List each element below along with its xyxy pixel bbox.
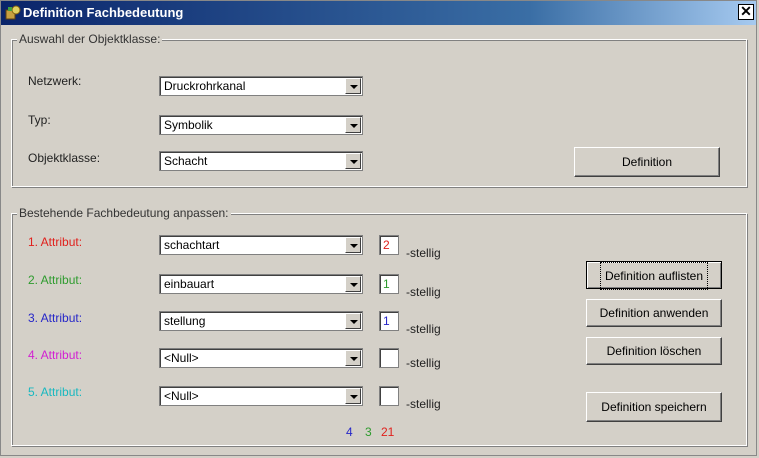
- count-attribute-1: 21: [381, 425, 395, 439]
- network-select[interactable]: Druckrohrkanal: [159, 76, 363, 96]
- count-attribute-3: 4: [346, 425, 353, 439]
- attribute-5-select[interactable]: <Null>: [159, 386, 363, 406]
- chevron-down-icon[interactable]: [345, 313, 361, 329]
- attribute-1-suffix: -stellig: [406, 246, 441, 260]
- close-icon[interactable]: ✕: [738, 4, 754, 20]
- attribute-2-digits[interactable]: 1: [379, 274, 399, 294]
- object-class-label: Objektklasse:: [28, 151, 101, 165]
- attribute-3-select[interactable]: stellung: [159, 311, 363, 331]
- attribute-1-value: schachtart: [164, 238, 220, 252]
- meaning-group-label: Bestehende Fachbedeutung anpassen:: [17, 206, 231, 220]
- type-label: Typ:: [28, 113, 51, 127]
- apply-definition-button[interactable]: Definition anwenden: [586, 299, 722, 327]
- attribute-4-digits[interactable]: [379, 348, 399, 368]
- list-definition-label: Definition auflisten: [599, 262, 709, 290]
- attribute-5-value: <Null>: [164, 389, 199, 403]
- attribute-4-label: 4. Attribut:: [28, 348, 83, 362]
- attribute-3-suffix: -stellig: [406, 322, 441, 336]
- attribute-1-label: 1. Attribut:: [28, 235, 83, 249]
- attribute-4-select[interactable]: <Null>: [159, 348, 363, 368]
- chevron-down-icon[interactable]: [345, 388, 361, 404]
- attribute-3-label: 3. Attribut:: [28, 311, 83, 325]
- attribute-2-value: einbauart: [164, 277, 215, 291]
- count-attribute-2: 3: [365, 425, 372, 439]
- chevron-down-icon[interactable]: [345, 350, 361, 366]
- object-class-select-value: Schacht: [164, 154, 208, 168]
- attribute-1-select[interactable]: schachtart: [159, 235, 363, 255]
- object-class-group-label: Auswahl der Objektklasse:: [17, 32, 163, 46]
- network-label: Netzwerk:: [28, 74, 82, 88]
- chevron-down-icon[interactable]: [345, 276, 361, 292]
- app-icon: [5, 5, 21, 20]
- attribute-3-digits[interactable]: 1: [379, 311, 399, 331]
- chevron-down-icon[interactable]: [345, 153, 361, 169]
- attribute-5-digits[interactable]: [379, 386, 399, 406]
- attribute-1-digits[interactable]: 2: [379, 235, 399, 255]
- delete-definition-button[interactable]: Definition löschen: [586, 337, 722, 365]
- network-select-value: Druckrohrkanal: [164, 79, 246, 93]
- dialog-window: Definition Fachbedeutung ✕ Auswahl der O…: [0, 0, 757, 456]
- type-select[interactable]: Symbolik: [159, 115, 363, 135]
- attribute-2-select[interactable]: einbauart: [159, 274, 363, 294]
- attribute-2-label: 2. Attribut:: [28, 273, 83, 287]
- definition-button[interactable]: Definition: [574, 147, 720, 177]
- save-definition-button[interactable]: Definition speichern: [586, 392, 722, 422]
- chevron-down-icon[interactable]: [345, 237, 361, 253]
- attribute-4-suffix: -stellig: [406, 356, 441, 370]
- attribute-4-value: <Null>: [164, 351, 199, 365]
- window-title: Definition Fachbedeutung: [23, 5, 184, 20]
- attribute-2-suffix: -stellig: [406, 285, 441, 299]
- attribute-5-label: 5. Attribut:: [28, 385, 83, 399]
- attribute-3-value: stellung: [164, 314, 206, 328]
- attribute-5-suffix: -stellig: [406, 397, 441, 411]
- chevron-down-icon[interactable]: [345, 78, 361, 94]
- chevron-down-icon[interactable]: [345, 117, 361, 133]
- title-bar[interactable]: Definition Fachbedeutung ✕: [1, 1, 756, 25]
- list-definition-button[interactable]: Definition auflisten: [586, 261, 722, 290]
- type-select-value: Symbolik: [164, 118, 213, 132]
- object-class-select[interactable]: Schacht: [159, 151, 363, 171]
